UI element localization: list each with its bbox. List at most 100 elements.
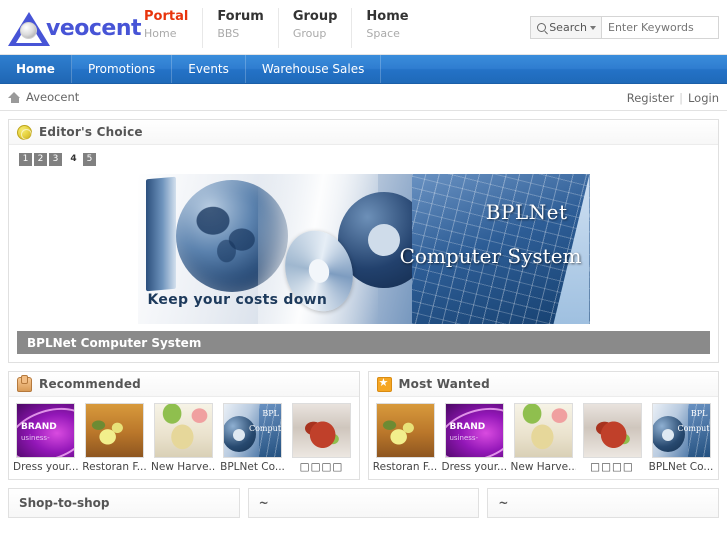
thumbnail-image — [292, 403, 351, 458]
search-type-button[interactable]: Search — [531, 17, 602, 38]
account-links: Register | Login — [627, 84, 719, 111]
top-nav-item-forum[interactable]: Forum BBS — [202, 8, 278, 48]
search-input[interactable] — [602, 17, 718, 38]
main-nav-item-home[interactable]: Home — [0, 55, 72, 83]
featured-banner-image[interactable]: BPLNet Computer System Keep your costs d… — [137, 174, 590, 324]
main-nav: Home Promotions Events Warehouse Sales — [0, 55, 727, 84]
bottom-panel-title: ~ — [248, 489, 479, 517]
top-nav-sub: Group — [292, 27, 327, 40]
top-nav-item-portal[interactable]: Portal Home — [130, 8, 202, 48]
banner-brand-text: BPLNet — [485, 200, 568, 224]
editors-choice-panel: Editor's Choice 1 2 3 4 5 BPLNet Compute… — [8, 119, 719, 363]
top-nav-sub: Home — [144, 27, 177, 40]
search-icon — [537, 23, 547, 32]
pager-page-2[interactable]: 2 — [34, 153, 47, 166]
site-header: veocent Portal Home Forum BBS Group Grou… — [0, 0, 727, 55]
thumbnail-label: Restoran F... — [372, 461, 438, 473]
main-nav-item-events[interactable]: Events — [172, 55, 246, 83]
site-logo[interactable]: veocent — [8, 8, 142, 50]
bottom-panel-shop-to-shop: Shop-to-shop — [8, 488, 240, 518]
recommended-thumb-list: BRAND usiness- Dress your... Restoran F.… — [9, 397, 359, 479]
most-wanted-column: Most Wanted Restoran F... BRAND usiness- — [367, 371, 719, 488]
top-nav-title: Home — [366, 9, 409, 24]
thumbnail-label: New Harve... — [151, 461, 216, 473]
top-nav-item-group[interactable]: Group Group — [277, 8, 352, 48]
recommended-panel: Recommended BRAND usiness- Dress your... — [8, 371, 360, 480]
aveocent-triangle-logo-icon — [8, 10, 50, 48]
list-item[interactable]: BRAND usiness- Dress your... — [442, 403, 507, 473]
monitor-graphic — [145, 176, 176, 292]
pager-page-5[interactable]: 5 — [83, 153, 96, 166]
most-wanted-panel: Most Wanted Restoran F... BRAND usiness- — [367, 371, 719, 480]
top-nav-sub: Space — [366, 27, 400, 40]
recommended-column: Recommended BRAND usiness- Dress your... — [8, 371, 360, 488]
thumb-art-brand-sub: usiness- — [449, 434, 479, 442]
link-separator: | — [679, 90, 683, 105]
slideshow-body: 1 2 3 4 5 BPLNet Computer System Keep yo… — [9, 145, 718, 362]
thumbnail-label: BPLNet Co... — [220, 461, 285, 473]
banner-tagline-text: Keep your costs down — [147, 292, 328, 308]
thumbnail-image — [375, 403, 435, 458]
thumbnail-image: BRAND usiness- — [16, 403, 75, 458]
breadcrumb: Aveocent Register | Login — [0, 84, 727, 111]
banner-caption[interactable]: BPLNet Computer System — [17, 331, 710, 354]
top-nav-sub: BBS — [217, 27, 240, 40]
editors-choice-title: Editor's Choice — [39, 125, 143, 139]
thumbnail-image — [513, 403, 573, 458]
thumbnail-image: BPL Comput — [651, 403, 711, 458]
bottom-panel-title: Shop-to-shop — [9, 489, 239, 517]
top-nav-item-home[interactable]: Home Space — [351, 8, 422, 48]
medal-icon — [17, 124, 32, 140]
most-wanted-thumb-list: Restoran F... BRAND usiness- Dress your.… — [369, 397, 719, 479]
banner-product-text: Computer System — [399, 244, 582, 268]
thumbnail-image — [582, 403, 642, 458]
pager-page-3[interactable]: 3 — [49, 153, 62, 166]
bottom-panel-2: ~ — [247, 488, 480, 518]
main-nav-item-warehouse-sales[interactable]: Warehouse Sales — [246, 55, 382, 83]
pager-page-1[interactable]: 1 — [19, 153, 32, 166]
thumbnail-label: Restoran F... — [82, 461, 147, 473]
most-wanted-title: Most Wanted — [398, 377, 490, 391]
thumb-art-bpl-sub: Comput — [677, 424, 710, 433]
thumb-art-brand-text: BRAND — [449, 422, 486, 432]
register-link[interactable]: Register — [627, 91, 674, 105]
list-item[interactable]: □□□□ — [580, 403, 645, 473]
breadcrumb-label: Aveocent — [26, 90, 80, 104]
list-item[interactable]: BPL Comput BPLNet Co... — [220, 403, 285, 473]
search-button-label: Search — [549, 21, 587, 34]
pager-page-4[interactable]: 4 — [67, 153, 80, 166]
list-item[interactable]: New Harve... — [511, 403, 576, 473]
bottom-panel-3: ~ — [487, 488, 720, 518]
chevron-down-icon — [590, 25, 596, 30]
bottom-panel-row: Shop-to-shop ~ ~ — [8, 488, 720, 518]
list-item[interactable]: □□□□ — [289, 403, 354, 473]
top-nav-title: Group — [292, 9, 338, 24]
list-item[interactable]: BRAND usiness- Dress your... — [13, 403, 78, 473]
thumbnail-label: Dress your... — [441, 461, 507, 473]
thumbnail-image — [154, 403, 213, 458]
most-wanted-header: Most Wanted — [368, 372, 718, 397]
list-item[interactable]: Restoran F... — [82, 403, 147, 473]
list-item[interactable]: BPL Comput BPLNet Co... — [649, 403, 714, 473]
thumb-art-brand-text: BRAND — [21, 422, 57, 432]
thumbnail-label: □□□□ — [590, 461, 634, 473]
home-icon — [8, 91, 21, 103]
list-item[interactable]: New Harve... — [151, 403, 216, 473]
thumbnail-label: □□□□ — [299, 461, 344, 473]
recommended-header: Recommended — [9, 372, 359, 397]
editors-choice-header: Editor's Choice — [9, 120, 718, 145]
recommended-title: Recommended — [39, 377, 141, 391]
thumbnail-image: BRAND usiness- — [444, 403, 504, 458]
thumb-art-brand-sub: usiness- — [21, 434, 50, 442]
page-content: Editor's Choice 1 2 3 4 5 BPLNet Compute… — [0, 111, 727, 526]
logo-text: veocent — [46, 16, 142, 41]
top-nav: Portal Home Forum BBS Group Group Home S… — [130, 8, 423, 48]
list-item[interactable]: Restoran F... — [373, 403, 438, 473]
thumbnail-label: Dress your... — [13, 461, 78, 473]
search-box: Search — [530, 16, 719, 39]
star-badge-icon — [376, 375, 392, 392]
thumbnail-label: BPLNet Co... — [648, 461, 714, 473]
thumbnail-label: New Harve... — [510, 461, 576, 473]
login-link[interactable]: Login — [688, 91, 719, 105]
main-nav-item-promotions[interactable]: Promotions — [72, 55, 173, 83]
